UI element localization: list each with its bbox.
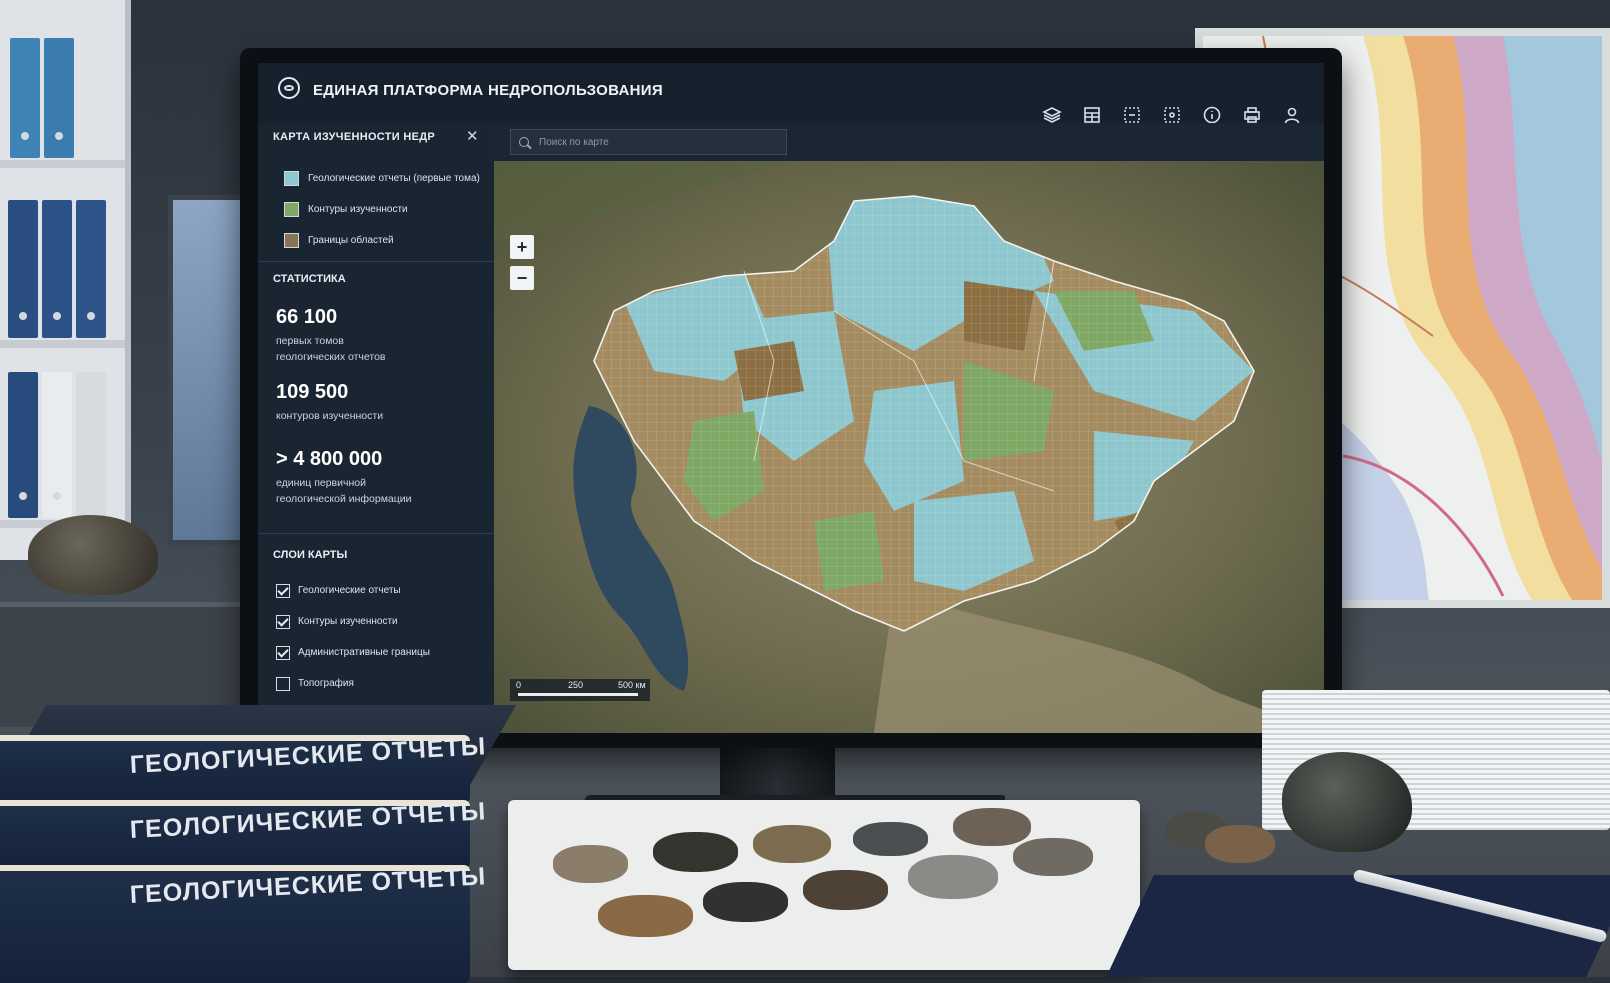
legend-label: Границы областей: [308, 235, 394, 246]
rock-sample: [28, 515, 158, 595]
book-title: ГЕОЛОГИЧЕСКИЕ ОТЧЕТЫ: [129, 732, 487, 779]
binder: [10, 38, 40, 158]
legend-label: Контуры изученности: [308, 204, 408, 215]
search-input[interactable]: [537, 135, 771, 149]
book: ГЕОЛОГИЧЕСКИЕ ОТЧЕТЫ: [0, 797, 487, 868]
rock-sample: [553, 845, 628, 883]
binder: [42, 372, 72, 518]
zoom-out-button[interactable]: −: [510, 266, 534, 290]
rock-sample: [703, 882, 788, 922]
layer-list: Геологические отчеты Контуры изученности…: [276, 575, 430, 699]
scale-bar: 0 250 500 км: [510, 679, 650, 701]
scale-label: 250: [568, 680, 584, 690]
office-window: [168, 195, 248, 545]
stat-value: 66 100: [276, 306, 338, 328]
shelf-board: [0, 340, 125, 348]
layer-checkbox[interactable]: [276, 583, 290, 598]
binder: [76, 200, 106, 338]
rock-sample: [908, 855, 998, 899]
binder: [76, 372, 106, 518]
book: ГЕОЛОГИЧЕСКИЕ ОТЧЕТЫ: [0, 732, 487, 803]
scale-label: 0: [516, 680, 522, 690]
map-search[interactable]: [510, 129, 787, 155]
scale-line: [518, 693, 638, 696]
logo-icon: [278, 77, 300, 99]
stat-block: > 4 800 000 единиц первичной геологическ…: [276, 448, 436, 507]
rock-sample-tray: [508, 800, 1140, 970]
rock-sample: [1013, 838, 1093, 876]
layer-checkbox[interactable]: [276, 614, 290, 629]
app-title: ЕДИНАЯ ПЛАТФОРМА НЕДРОПОЛЬЗОВАНИЯ: [313, 82, 663, 99]
monitor: ЕДИНАЯ ПЛАТФОРМА НЕДРОПОЛЬЗОВАНИЯ КАРТА …: [240, 48, 1342, 748]
book-title: ГЕОЛОГИЧЕСКИЕ ОТЧЕТЫ: [129, 797, 487, 844]
stat-block: 109 500 контуров изученности: [276, 381, 466, 424]
layer-item[interactable]: Геологические отчеты: [276, 575, 430, 606]
rock-sample: [1205, 825, 1275, 863]
layer-item[interactable]: Административные границы: [276, 637, 430, 668]
layer-label: Геологические отчеты: [298, 585, 401, 596]
rock-sample: [953, 808, 1031, 846]
legend-item: Геологические отчеты (первые тома): [284, 163, 480, 194]
stat-label: первых томов геологических отчетов: [276, 335, 386, 363]
app-header: ЕДИНАЯ ПЛАТФОРМА НЕДРОПОЛЬЗОВАНИЯ: [258, 63, 1324, 124]
legend-item: Границы областей: [284, 225, 480, 256]
binder: [42, 200, 72, 338]
search-icon: [519, 137, 529, 147]
layer-checkbox[interactable]: [276, 645, 290, 660]
stat-label: единиц первичной геологической информаци…: [276, 477, 412, 505]
stat-value: > 4 800 000: [276, 448, 383, 470]
legend-label: Геологические отчеты (первые тома): [308, 173, 480, 184]
layer-label: Контуры изученности: [298, 616, 398, 627]
close-icon[interactable]: ✕: [466, 127, 479, 145]
divider: [258, 261, 494, 262]
legend-swatch: [284, 202, 299, 217]
layers-title: СЛОИ КАРТЫ: [273, 549, 348, 561]
map-canvas[interactable]: [494, 161, 1324, 733]
stats-title: СТАТИСТИКА: [273, 273, 346, 285]
binder: [8, 372, 38, 518]
rock-sample: [598, 895, 693, 937]
bookshelf: [0, 0, 131, 560]
zoom-in-button[interactable]: +: [510, 235, 534, 259]
rock-sample: [803, 870, 888, 910]
binder: [8, 200, 38, 338]
shelf-board: [0, 160, 125, 168]
rock-sample: [753, 825, 831, 863]
book-title: ГЕОЛОГИЧЕСКИЕ ОТЧЕТЫ: [129, 862, 487, 909]
legend-item: Контуры изученности: [284, 194, 480, 225]
rock-sample: [853, 822, 928, 856]
stat-label: контуров изученности: [276, 410, 384, 422]
layer-label: Топография: [298, 678, 354, 689]
app-screen: ЕДИНАЯ ПЛАТФОРМА НЕДРОПОЛЬЗОВАНИЯ КАРТА …: [258, 63, 1324, 733]
layer-item[interactable]: Контуры изученности: [276, 606, 430, 637]
panel-title: КАРТА ИЗУЧЕННОСТИ НЕДР: [273, 131, 436, 143]
stat-block: 66 100 первых томов геологических отчето…: [276, 306, 411, 365]
binder: [44, 38, 74, 158]
divider: [258, 533, 494, 534]
map-view[interactable]: + − 0 250 500 км: [494, 123, 1324, 733]
layer-label: Административные границы: [298, 647, 430, 658]
layer-checkbox[interactable]: [276, 676, 290, 691]
book: ГЕОЛОГИЧЕСКИЕ ОТЧЕТЫ: [0, 862, 487, 983]
sidebar-panel: КАРТА ИЗУЧЕННОСТИ НЕДР ✕ Геологические о…: [258, 123, 495, 733]
layer-item[interactable]: Топография: [276, 668, 430, 699]
stat-value: 109 500: [276, 381, 349, 403]
legend: Геологические отчеты (первые тома) Конту…: [284, 163, 480, 256]
rock-sample: [653, 832, 738, 872]
legend-swatch: [284, 171, 299, 186]
legend-swatch: [284, 233, 299, 248]
scale-label: 500 км: [618, 680, 646, 690]
